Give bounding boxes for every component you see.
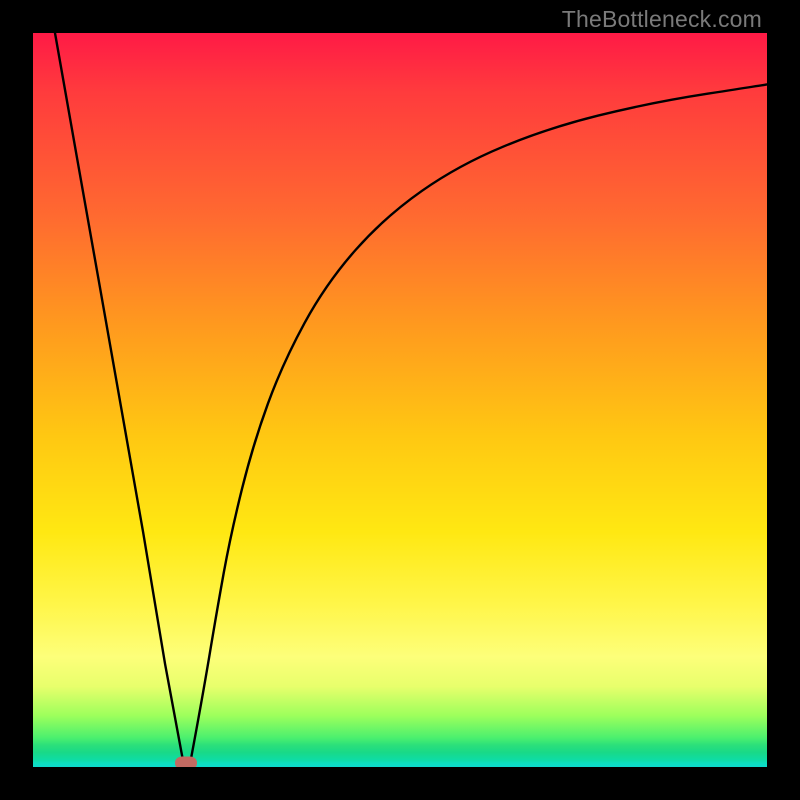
curve-right-segment [191,84,767,759]
plot-area [33,33,767,767]
watermark-text: TheBottleneck.com [562,6,762,33]
minimum-marker [175,757,197,767]
chart-frame: TheBottleneck.com [0,0,800,800]
curve-layer [33,33,767,767]
curve-left-segment [55,33,184,763]
